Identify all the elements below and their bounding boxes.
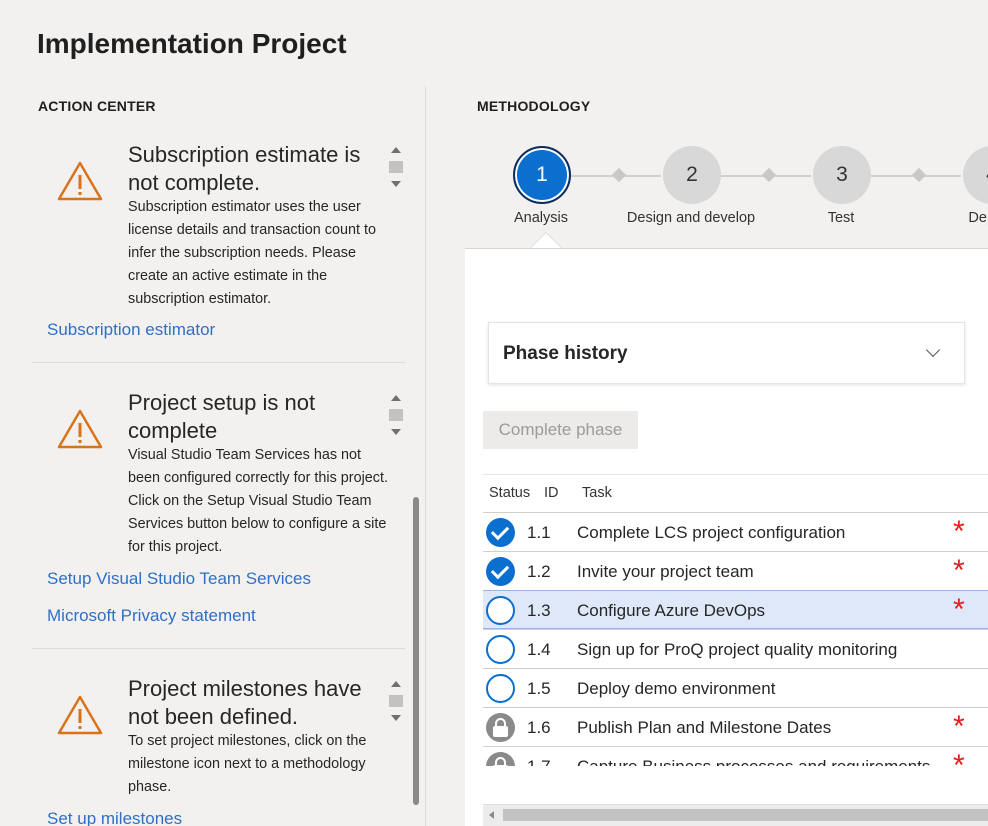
task-id: 1.4 xyxy=(527,640,551,659)
not-started-circle-icon[interactable] xyxy=(486,635,515,664)
phase-1-button[interactable]: 1 xyxy=(513,146,571,204)
not-started-circle-icon[interactable] xyxy=(486,674,515,703)
scroll-thumb[interactable] xyxy=(389,695,403,707)
phase-2-label: Design and develop xyxy=(626,210,756,226)
card-divider xyxy=(32,362,405,363)
warning-icon xyxy=(57,409,103,449)
task-table: Status ID Task 1.1 Complete LCS project … xyxy=(483,474,988,766)
chevron-down-icon xyxy=(925,342,941,358)
task-name[interactable]: Sign up for ProQ project quality monitor… xyxy=(577,640,897,660)
action-center-header: ACTION CENTER xyxy=(38,98,156,114)
scroll-down-icon[interactable] xyxy=(391,715,401,721)
panel-divider xyxy=(425,86,426,826)
task-name[interactable]: Configure Azure DevOps xyxy=(577,601,765,621)
completed-check-icon[interactable] xyxy=(486,518,515,547)
card-scrollbar[interactable] xyxy=(389,681,403,729)
column-header-id[interactable]: ID xyxy=(544,485,559,501)
scroll-left-icon[interactable] xyxy=(489,811,494,819)
action-card-title: Subscription estimate is not complete. xyxy=(128,142,361,195)
required-asterisk-icon: * xyxy=(953,554,965,587)
milestone-diamond-icon[interactable] xyxy=(911,167,927,183)
task-name[interactable]: Publish Plan and Milestone Dates xyxy=(577,718,831,738)
task-row[interactable]: 1.6 Publish Plan and Milestone Dates * xyxy=(483,707,988,746)
task-row[interactable]: 1.2 Invite your project team * xyxy=(483,551,988,590)
card-scrollbar[interactable] xyxy=(389,395,403,443)
task-table-horizontal-scrollbar[interactable] xyxy=(483,804,988,826)
card-scrollbar[interactable] xyxy=(389,147,403,195)
scroll-up-icon[interactable] xyxy=(391,681,401,687)
phase-history-accordion[interactable]: Phase history xyxy=(488,322,965,384)
task-id: 1.7 xyxy=(527,757,551,766)
task-table-header: Status ID Task xyxy=(483,474,988,512)
action-card-body: Subscription estimator uses the user lic… xyxy=(128,199,376,307)
task-id: 1.3 xyxy=(527,601,551,620)
warning-icon xyxy=(57,161,103,201)
action-center-list: Subscription estimate is not complete. S… xyxy=(0,130,425,826)
page-title: Implementation Project xyxy=(37,28,347,59)
column-header-task[interactable]: Task xyxy=(582,485,612,501)
phase-4-button[interactable]: 4 xyxy=(963,146,988,204)
phase-3-button[interactable]: 3 xyxy=(813,146,871,204)
scroll-up-icon[interactable] xyxy=(391,147,401,153)
action-center-scrollbar[interactable] xyxy=(413,497,419,805)
complete-phase-button[interactable]: Complete phase xyxy=(483,411,638,449)
action-card-title: Project milestones have not been defined… xyxy=(128,676,362,729)
scroll-thumb[interactable] xyxy=(389,409,403,421)
task-row[interactable]: 1.1 Complete LCS project configuration * xyxy=(483,512,988,551)
required-asterisk-icon: * xyxy=(953,710,965,743)
task-id: 1.6 xyxy=(527,718,551,737)
milestone-diamond-icon[interactable] xyxy=(611,167,627,183)
task-id: 1.2 xyxy=(527,562,551,581)
card-divider xyxy=(32,648,405,649)
column-header-status[interactable]: Status xyxy=(489,485,530,501)
scroll-down-icon[interactable] xyxy=(391,429,401,435)
task-row[interactable]: 1.4 Sign up for ProQ project quality mon… xyxy=(483,629,988,668)
task-row-selected[interactable]: 1.3 Configure Azure DevOps * xyxy=(483,590,988,629)
subscription-estimator-link[interactable]: Subscription estimator xyxy=(47,320,215,340)
action-card-body: To set project milestones, click on the … xyxy=(128,733,367,795)
methodology-header: METHODOLOGY xyxy=(477,98,591,114)
task-name[interactable]: Complete LCS project configuration xyxy=(577,523,845,543)
not-started-circle-icon[interactable] xyxy=(486,596,515,625)
scroll-down-icon[interactable] xyxy=(391,181,401,187)
warning-icon xyxy=(57,695,103,735)
scroll-thumb[interactable] xyxy=(503,809,988,821)
required-asterisk-icon: * xyxy=(953,515,965,548)
phase-2-button[interactable]: 2 xyxy=(663,146,721,204)
task-name[interactable]: Invite your project team xyxy=(577,562,754,582)
phase-3-label: Test xyxy=(827,210,855,226)
phase-4-label: Deploy xyxy=(968,210,988,226)
milestone-diamond-icon[interactable] xyxy=(761,167,777,183)
required-asterisk-icon: * xyxy=(953,593,965,626)
action-card-body: Visual Studio Team Services has not been… xyxy=(128,447,388,555)
lock-icon xyxy=(486,713,515,742)
lock-icon xyxy=(486,752,515,766)
setup-milestones-link[interactable]: Set up milestones xyxy=(47,809,182,826)
active-phase-pointer xyxy=(530,232,562,248)
required-asterisk-icon: * xyxy=(953,749,965,767)
phase-history-label: Phase history xyxy=(503,343,628,364)
scroll-thumb[interactable] xyxy=(389,161,403,173)
privacy-statement-link[interactable]: Microsoft Privacy statement xyxy=(47,606,256,626)
action-card-title: Project setup is not complete xyxy=(128,390,316,443)
task-row[interactable]: 1.7 Capture Business processes and requi… xyxy=(483,746,988,766)
scroll-up-icon[interactable] xyxy=(391,395,401,401)
task-id: 1.1 xyxy=(527,523,551,542)
task-row[interactable]: 1.5 Deploy demo environment xyxy=(483,668,988,707)
phase-1-label: Analysis xyxy=(514,210,568,226)
task-id: 1.5 xyxy=(527,679,551,698)
task-name[interactable]: Capture Business processes and requireme… xyxy=(577,757,930,766)
completed-check-icon[interactable] xyxy=(486,557,515,586)
task-name[interactable]: Deploy demo environment xyxy=(577,679,775,699)
setup-vsts-link[interactable]: Setup Visual Studio Team Services xyxy=(47,569,311,589)
